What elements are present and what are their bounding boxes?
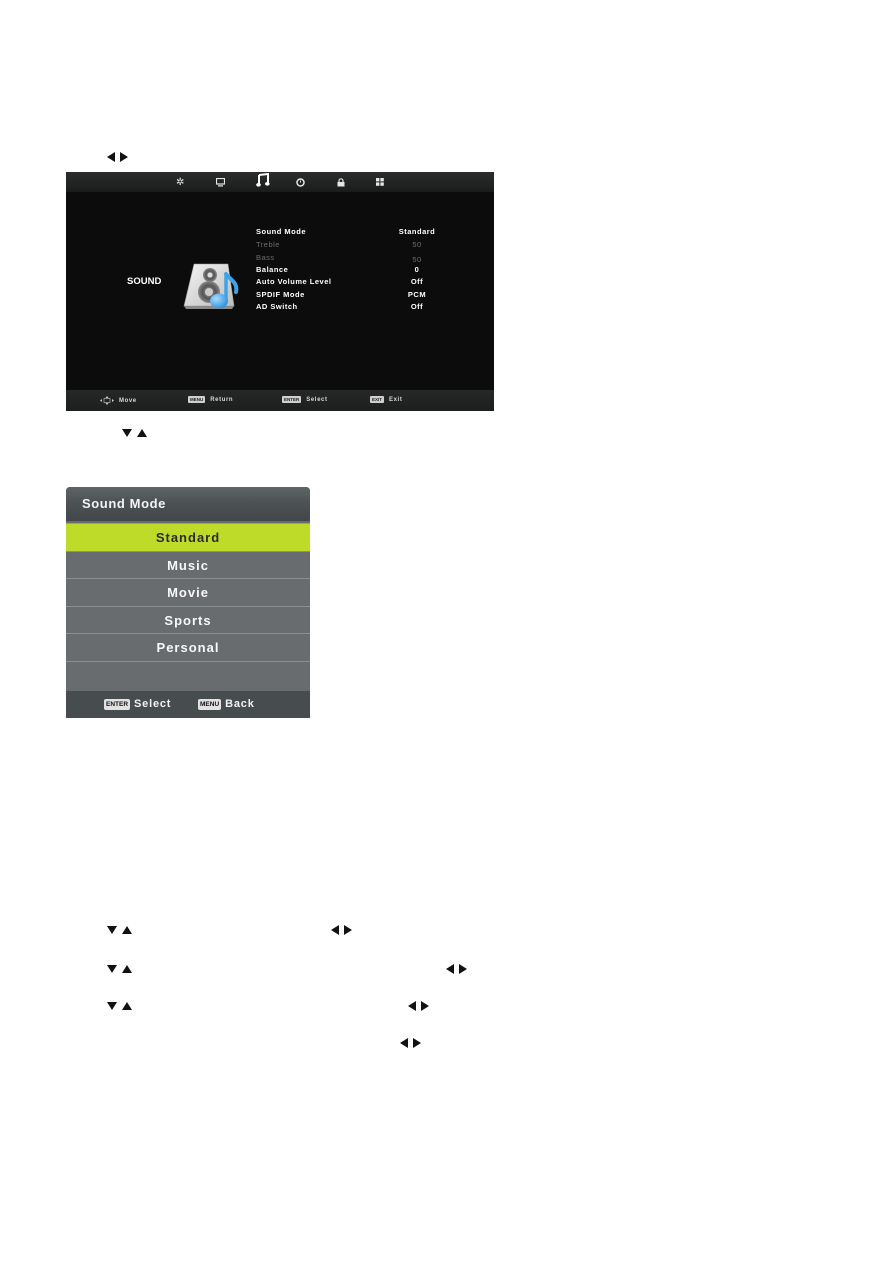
picture-monitor-icon[interactable] (216, 175, 225, 189)
down-arrow-icon (107, 965, 117, 973)
balance-value: 0 (414, 265, 420, 274)
option-music[interactable]: Music (66, 551, 310, 579)
empty-option-row (66, 661, 310, 692)
option-standard[interactable]: Standard (66, 523, 310, 551)
up-arrow-icon (122, 926, 132, 934)
left-arrow-icon (408, 1001, 416, 1011)
left-arrow-icon (446, 964, 454, 974)
popup-footer: ENTER Select MENU Back (66, 691, 310, 718)
sound-mode-popup: Sound Mode Standard Music Movie Sports P… (66, 487, 310, 718)
menu-item-spdif-mode[interactable]: SPDIF Mode PCM (256, 290, 456, 302)
auto-volume-level-value: Off (410, 277, 424, 286)
menu-item-treble: Treble 50 (256, 240, 456, 252)
down-arrow-icon (122, 429, 132, 437)
menu-item-sound-mode[interactable]: Sound Mode Standard (256, 227, 456, 239)
adjust-arrows-row-2 (446, 964, 467, 974)
menu-item-bass: Bass 50 (256, 253, 456, 265)
hint-exit: EXIT Exit (370, 396, 403, 403)
popup-title: Sound Mode (82, 496, 166, 511)
tv-sound-menu-screenshot: ✲ SOUND Sound Mode Standard Treble 50 Ba… (66, 172, 494, 411)
popup-header: Sound Mode (66, 487, 310, 521)
sound-mode-value: Standard (398, 227, 436, 236)
menu-item-ad-switch[interactable]: AD Switch Off (256, 302, 456, 314)
adjust-arrows-row-4 (400, 1038, 421, 1048)
right-arrow-icon (344, 925, 352, 935)
menu-tab-bar: ✲ (66, 172, 494, 192)
sound-note-icon[interactable] (256, 173, 270, 187)
right-arrow-icon (421, 1001, 429, 1011)
enter-key-icon: ENTER (104, 698, 131, 710)
enter-key-icon: ENTER (282, 396, 302, 403)
nav-arrows-row-3 (107, 1002, 132, 1010)
menu-footer-hints: Move MENU Return ENTER Select EXIT Exit (66, 390, 494, 411)
treble-value: 50 (412, 240, 422, 249)
left-arrow-icon (400, 1038, 408, 1048)
up-arrow-icon (137, 429, 147, 437)
menu-key-icon: MENU (198, 698, 222, 710)
bass-value: 50 (412, 255, 422, 264)
option-personal[interactable]: Personal (66, 633, 310, 661)
option-movie[interactable]: Movie (66, 578, 310, 606)
speaker-icon (180, 260, 244, 312)
left-right-arrows (107, 152, 128, 162)
left-arrow-icon (331, 925, 339, 935)
hint-select: ENTER Select (282, 396, 328, 403)
down-up-arrows (122, 429, 147, 437)
left-arrow-icon (107, 152, 115, 162)
spdif-mode-value: PCM (407, 290, 427, 299)
hint-select: ENTER Select (104, 698, 172, 710)
menu-key-icon: MENU (188, 396, 206, 403)
hint-return: MENU Return (188, 396, 234, 403)
lock-icon[interactable] (337, 175, 345, 189)
exit-key-icon: EXIT (370, 396, 385, 403)
adjust-arrows-row-1 (331, 925, 352, 935)
down-arrow-icon (107, 926, 117, 934)
up-arrow-icon (122, 965, 132, 973)
menu-item-auto-volume-level[interactable]: Auto Volume Level Off (256, 277, 456, 289)
right-arrow-icon (120, 152, 128, 162)
adjust-arrows-row-3 (408, 1001, 429, 1011)
option-sports[interactable]: Sports (66, 606, 310, 634)
menu-title: SOUND (127, 276, 162, 287)
move-arrows-icon (100, 396, 114, 405)
settings-gear-icon[interactable]: ✲ (176, 175, 184, 189)
right-arrow-icon (459, 964, 467, 974)
ad-switch-value: Off (410, 302, 424, 311)
right-arrow-icon (413, 1038, 421, 1048)
time-clock-icon[interactable] (296, 175, 305, 189)
down-arrow-icon (107, 1002, 117, 1010)
hint-back: MENU Back (198, 698, 255, 710)
nav-arrows-row-2 (107, 965, 132, 973)
apps-grid-icon[interactable] (376, 175, 384, 189)
up-arrow-icon (122, 1002, 132, 1010)
nav-arrows-row-1 (107, 926, 132, 934)
hint-move: Move (100, 396, 137, 405)
menu-item-balance[interactable]: Balance 0 (256, 265, 456, 277)
